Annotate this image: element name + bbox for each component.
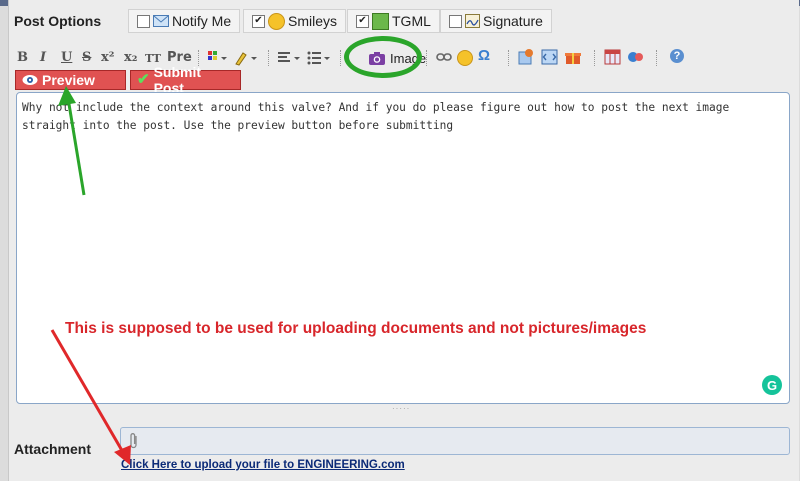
submit-post-button[interactable]: ✔ Submit Post (130, 64, 241, 96)
special-char-icon[interactable]: Ω (478, 47, 490, 64)
attachment-field[interactable] (120, 427, 790, 455)
preview-button[interactable]: Preview (15, 70, 126, 90)
pre-button[interactable]: Pre (167, 50, 192, 65)
grammarly-icon[interactable]: G (762, 375, 782, 395)
help-icon[interactable]: ? (670, 49, 684, 63)
subscript-button[interactable]: x₂ (124, 50, 137, 65)
annotation-text: This is supposed to be used for uploadin… (65, 320, 647, 337)
table-icon[interactable] (604, 48, 622, 66)
quote-icon[interactable] (518, 48, 536, 66)
smileys-label: Smileys (288, 13, 338, 29)
strike-button[interactable]: S (82, 50, 91, 65)
signature-icon (465, 14, 480, 28)
post-options-title: Post Options (14, 13, 102, 29)
tgml-checkbox[interactable]: ✔ (356, 14, 369, 28)
smileys-checkbox[interactable]: ✔ (252, 14, 265, 28)
preview-button-label: Preview (42, 72, 95, 88)
underline-button[interactable]: U (61, 50, 72, 65)
toolbar-separator (268, 50, 269, 66)
smiley-icon (268, 12, 285, 30)
signature-checkbox[interactable] (449, 14, 462, 28)
tgml-label: TGML (392, 13, 431, 29)
signature-option[interactable]: Signature (440, 9, 552, 33)
gift-icon[interactable] (564, 48, 582, 66)
superscript-button[interactable]: x² (101, 50, 114, 65)
align-icon[interactable] (278, 50, 304, 66)
toolbar-separator (508, 50, 509, 66)
spoiler-icon[interactable] (626, 48, 646, 66)
resize-handle[interactable]: ····· (392, 404, 410, 413)
upload-file-link[interactable]: Click Here to upload your file to ENGINE… (121, 459, 405, 471)
list-icon[interactable] (307, 50, 333, 66)
toolbar-separator (594, 50, 595, 66)
eye-icon (22, 75, 38, 85)
link-icon[interactable] (436, 52, 452, 62)
checkmark-icon: ✔ (137, 71, 150, 88)
smileys-option[interactable]: ✔ Smileys (243, 9, 347, 33)
post-message-textarea[interactable]: Why not include the context around this … (16, 92, 790, 404)
toolbar-separator (656, 50, 657, 66)
signature-label: Signature (483, 13, 543, 29)
attachment-label: Attachment (14, 441, 92, 457)
tgml-option[interactable]: ✔ TGML (347, 9, 440, 33)
notify-me-checkbox[interactable] (137, 14, 150, 28)
notify-me-option[interactable]: Notify Me (128, 9, 241, 33)
envelope-icon (153, 15, 169, 27)
code-icon[interactable] (541, 48, 559, 66)
highlighter-icon[interactable] (234, 49, 260, 67)
emoticon-icon[interactable] (457, 50, 473, 66)
bold-button[interactable]: B (17, 50, 28, 65)
notify-me-label: Notify Me (172, 13, 232, 29)
toolbar-separator (340, 50, 341, 66)
green-circle-annotation (344, 36, 422, 78)
tgml-icon (372, 12, 389, 30)
italic-button[interactable]: I (40, 50, 46, 65)
toolbar-separator (426, 50, 427, 66)
paperclip-icon (129, 432, 139, 455)
post-options-row: Post Options (14, 8, 124, 34)
